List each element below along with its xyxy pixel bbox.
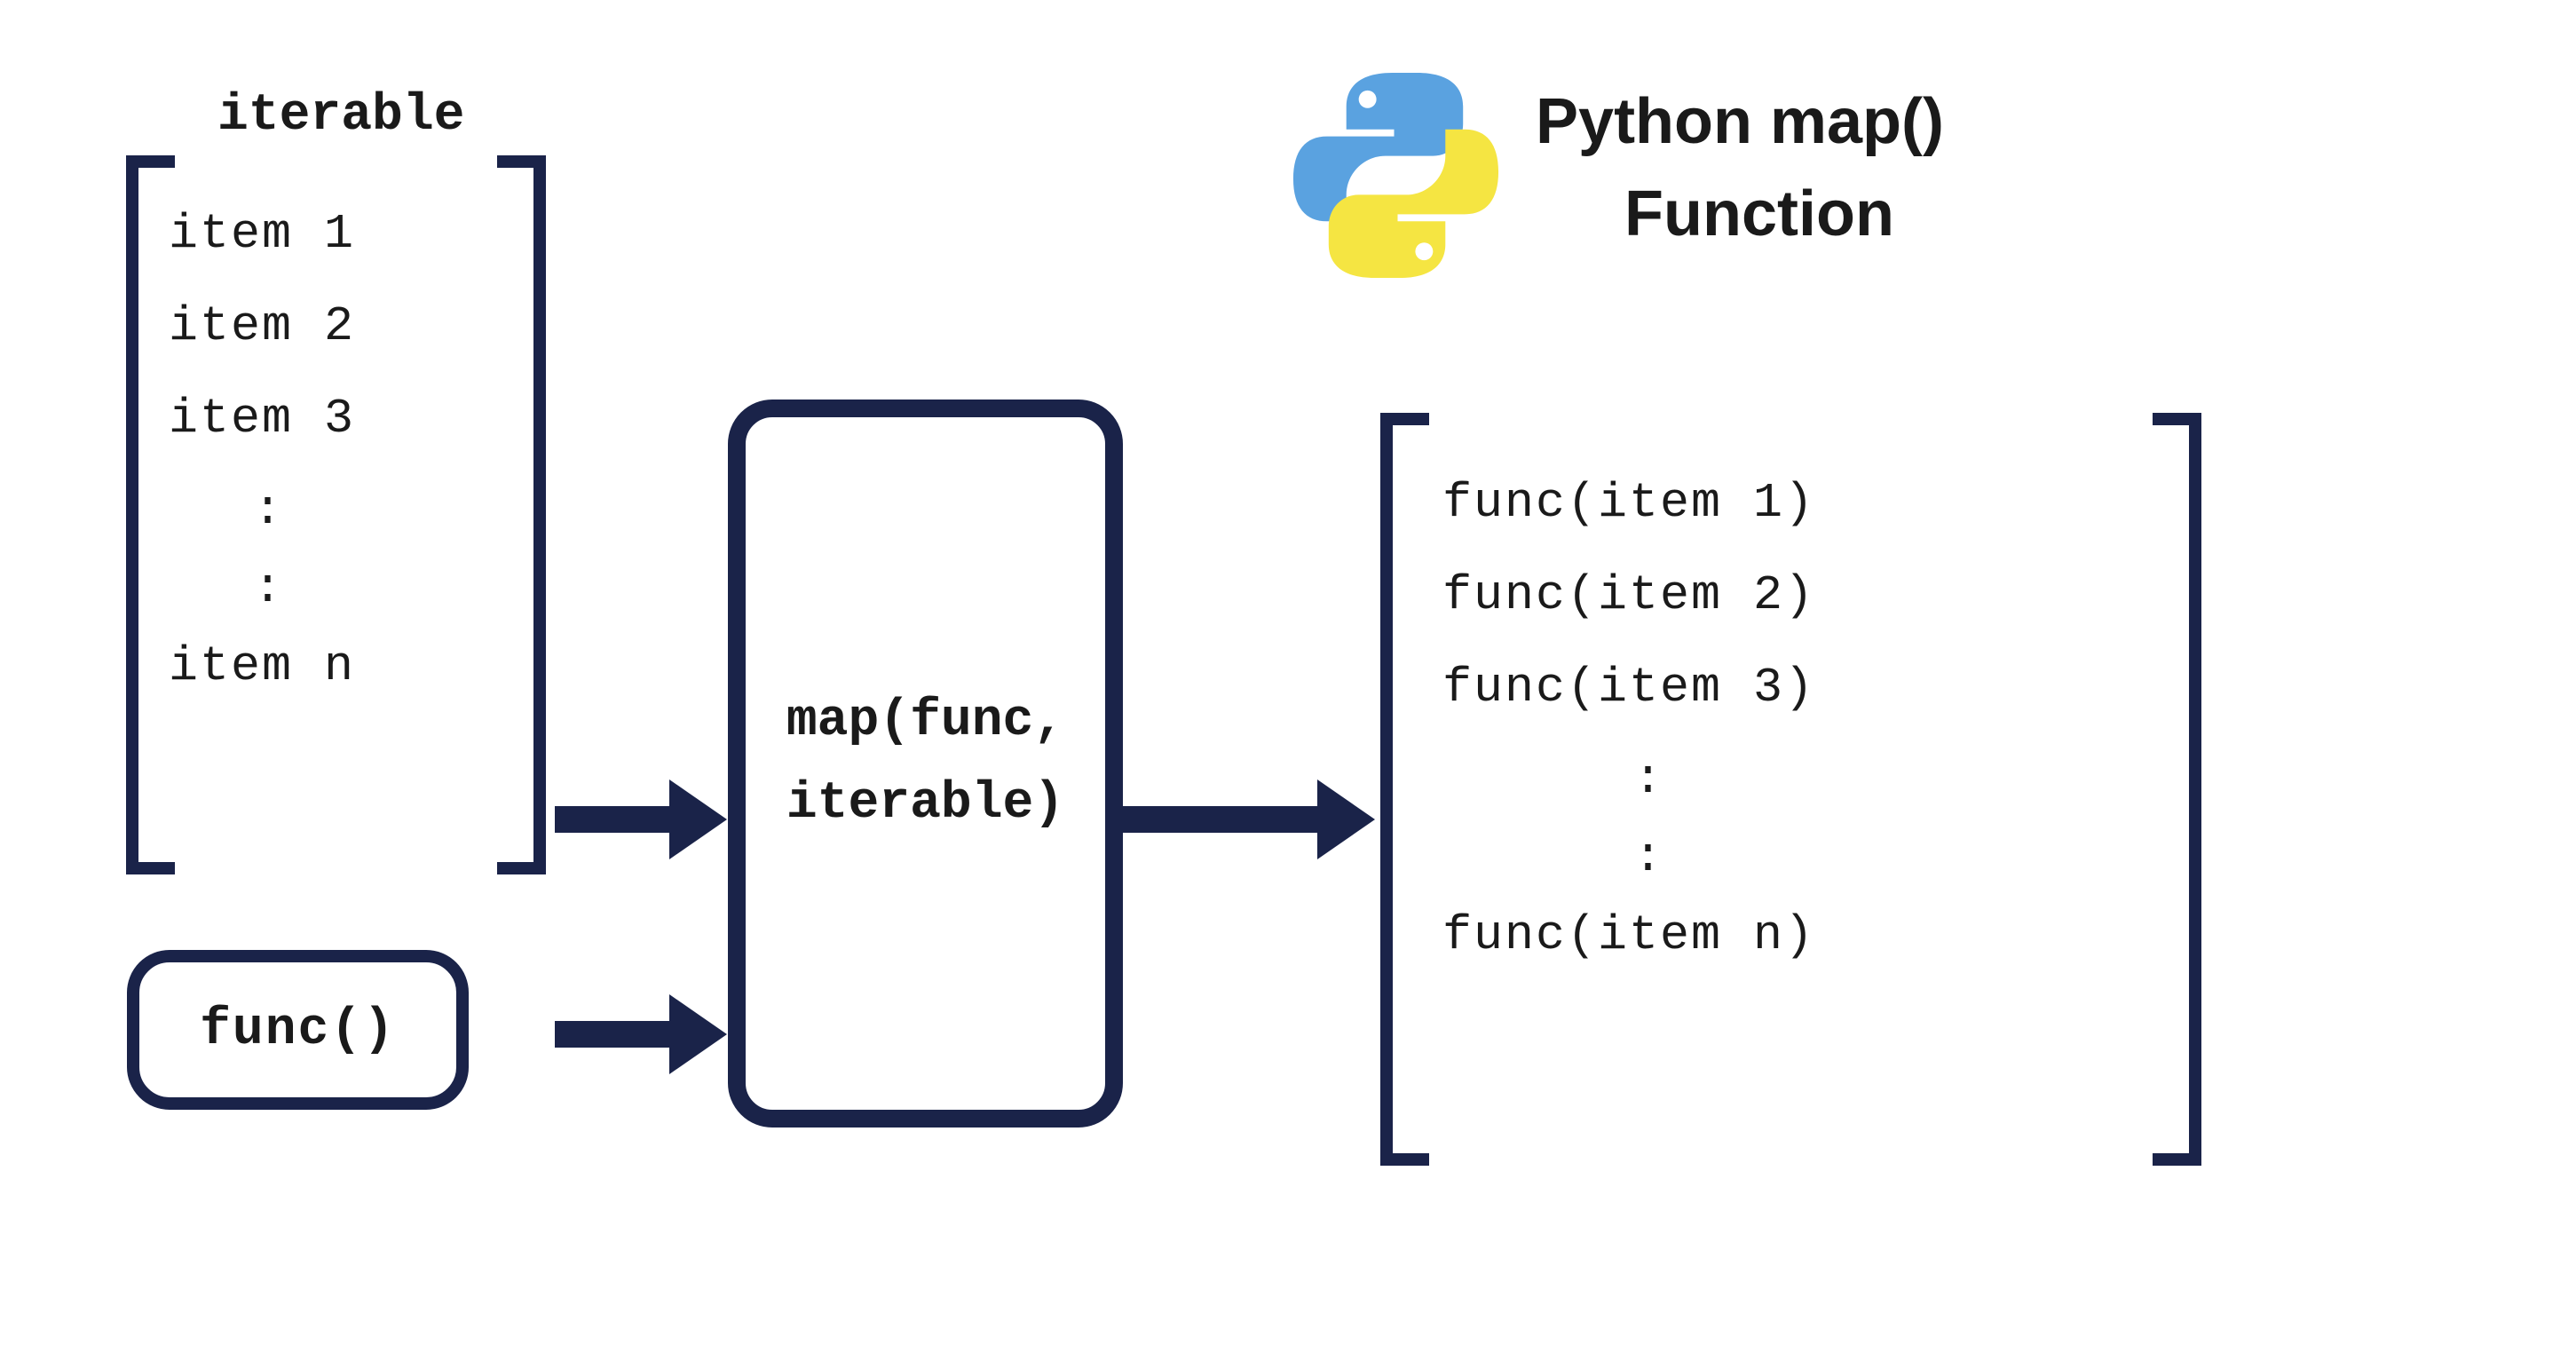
output-ellipsis: : [1442, 832, 2179, 883]
title-line-1: Python map() [1536, 75, 1944, 168]
arrow-func-to-map-icon [555, 994, 727, 1074]
output-items: func(item 1) func(item 2) func(item 3) :… [1442, 478, 2179, 1002]
iterable-item: item 2 [169, 301, 524, 352]
output-ellipsis: : [1442, 754, 2179, 805]
iterable-item: item 1 [169, 209, 524, 260]
output-item: func(item 1) [1442, 478, 2179, 529]
map-box: map(func, iterable) [728, 400, 1123, 1128]
output-item: func(item 3) [1442, 662, 2179, 714]
map-box-text: map(func, iterable) [786, 681, 1064, 846]
output-item: func(item 2) [1442, 570, 2179, 621]
iterable-ellipsis: : [169, 563, 524, 614]
iterable-item: item 3 [169, 393, 524, 445]
output-item-last: func(item n) [1442, 910, 2179, 961]
arrow-iterable-to-map-icon [555, 779, 727, 859]
map-box-line1: map(func, [786, 692, 1064, 750]
diagram-title: Python map() Function [1536, 75, 1944, 261]
iterable-items: item 1 item 2 item 3 : : item n [169, 209, 524, 733]
map-box-line2: iterable) [786, 775, 1064, 833]
arrow-map-to-output-icon [1123, 779, 1375, 859]
iterable-item-last: item n [169, 641, 524, 692]
func-box-label: func() [200, 1001, 396, 1059]
diagram-canvas: Python map() Function iterable item 1 it… [0, 0, 2576, 1353]
python-logo-icon [1283, 62, 1509, 289]
output-open-bracket-icon [1380, 413, 1434, 1166]
iterable-ellipsis: : [169, 485, 524, 536]
func-box: func() [127, 950, 469, 1110]
iterable-label: iterable [217, 87, 464, 145]
title-line-2: Function [1536, 168, 1944, 260]
